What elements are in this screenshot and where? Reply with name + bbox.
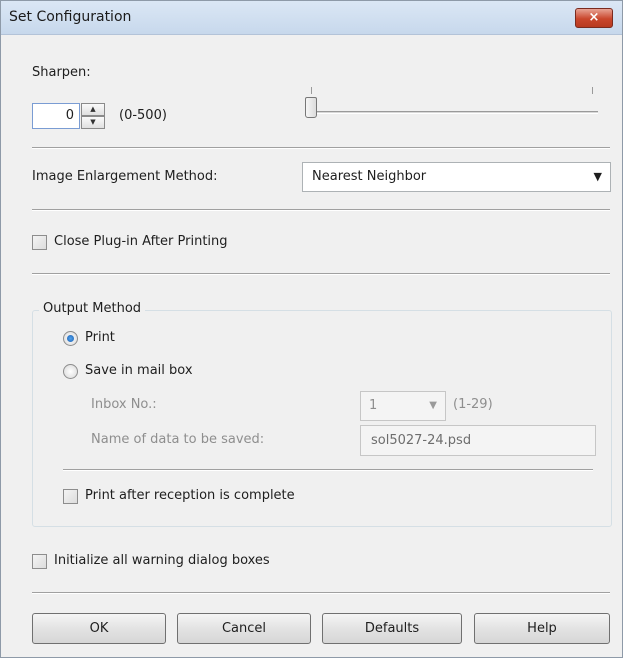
init-warnings-checkbox[interactable]	[32, 554, 47, 569]
save-mailbox-label[interactable]: Save in mail box	[85, 363, 193, 378]
init-warnings-label[interactable]: Initialize all warning dialog boxes	[54, 553, 270, 568]
divider	[32, 592, 610, 594]
inbox-range-label: (1-29)	[453, 397, 493, 412]
sharpen-label: Sharpen:	[32, 65, 91, 80]
slider-tick-min	[311, 87, 312, 94]
title-bar[interactable]: Set Configuration ×	[1, 1, 622, 35]
window-title: Set Configuration	[9, 9, 132, 25]
inbox-number-select[interactable]: 1 ▼	[360, 391, 446, 421]
divider	[32, 147, 610, 149]
close-plugin-label[interactable]: Close Plug-in After Printing	[54, 234, 228, 249]
enlargement-method-value: Nearest Neighbor	[312, 169, 427, 184]
close-icon: ×	[588, 10, 600, 25]
print-radio[interactable]	[63, 331, 78, 346]
spin-down-icon[interactable]: ▼	[81, 116, 105, 129]
save-mailbox-radio[interactable]	[63, 364, 78, 379]
sharpen-spinner[interactable]: ▲ ▼	[81, 103, 105, 129]
sharpen-slider-thumb[interactable]	[305, 97, 317, 118]
divider	[32, 209, 610, 211]
divider	[32, 273, 610, 275]
set-configuration-dialog: Set Configuration × Sharpen: 0 ▲ ▼ (0-50…	[0, 0, 623, 658]
print-radio-label[interactable]: Print	[85, 330, 115, 345]
spin-up-icon[interactable]: ▲	[81, 103, 105, 116]
data-name-label: Name of data to be saved:	[91, 432, 265, 447]
slider-tick-max	[592, 87, 593, 94]
data-name-field[interactable]: sol5027-24.psd	[360, 425, 596, 456]
print-after-reception-label[interactable]: Print after reception is complete	[85, 488, 295, 503]
close-button[interactable]: ×	[575, 8, 613, 28]
dropdown-arrow-icon: ▼	[593, 170, 602, 183]
print-after-reception-checkbox[interactable]	[63, 489, 78, 504]
enlargement-method-select[interactable]: Nearest Neighbor ▼	[302, 162, 611, 192]
dropdown-arrow-icon: ▼	[429, 400, 437, 411]
help-button[interactable]: Help	[474, 613, 610, 644]
enlargement-method-label: Image Enlargement Method:	[32, 169, 218, 184]
cancel-button[interactable]: Cancel	[177, 613, 311, 644]
close-plugin-checkbox[interactable]	[32, 235, 47, 250]
sharpen-range-label: (0-500)	[119, 108, 167, 123]
divider	[63, 469, 593, 471]
sharpen-slider-track[interactable]	[310, 111, 598, 114]
inbox-number-value: 1	[369, 398, 378, 413]
sharpen-input[interactable]: 0	[32, 103, 80, 129]
inbox-number-label: Inbox No.:	[91, 397, 157, 412]
ok-button[interactable]: OK	[32, 613, 166, 644]
output-method-group-label: Output Method	[39, 301, 146, 316]
defaults-button[interactable]: Defaults	[322, 613, 462, 644]
